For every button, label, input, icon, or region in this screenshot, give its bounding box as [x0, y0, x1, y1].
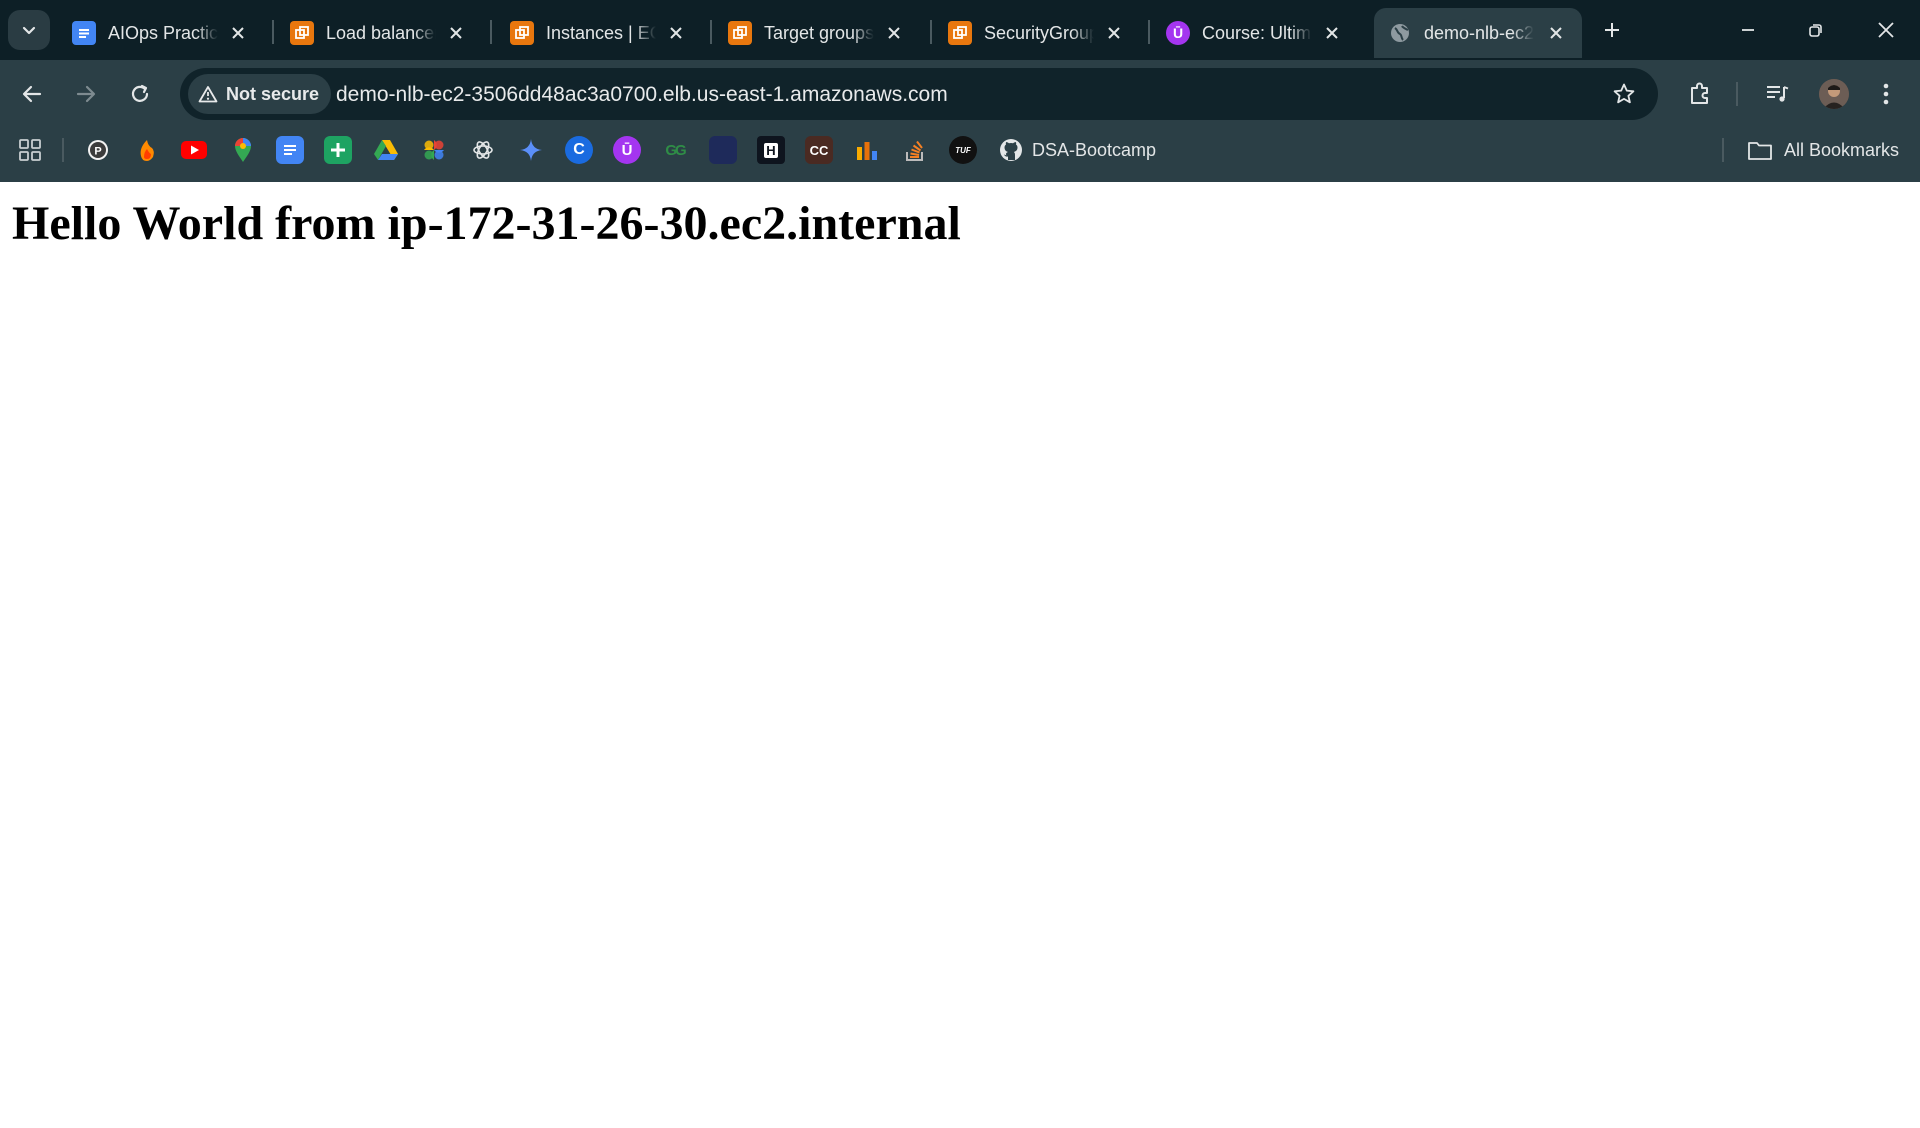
udemy-icon[interactable]: Ū	[613, 136, 641, 164]
reload-button[interactable]	[122, 76, 158, 112]
tab-separator	[490, 20, 492, 44]
svg-text:P: P	[94, 146, 101, 158]
tab-separator	[272, 20, 274, 44]
profile-avatar[interactable]	[1814, 74, 1854, 114]
aws-icon	[510, 21, 534, 45]
close-icon	[1877, 21, 1895, 39]
avatar	[1819, 79, 1849, 109]
docs-icon[interactable]	[276, 136, 304, 164]
tab-separator	[710, 20, 712, 44]
close-icon[interactable]	[444, 21, 468, 45]
hackerrank-icon[interactable]: H	[757, 136, 785, 164]
plus-icon	[1603, 21, 1621, 39]
restore-button[interactable]	[1788, 8, 1844, 52]
blank-bookmark-icon[interactable]	[709, 136, 737, 164]
playlist-icon	[1765, 83, 1791, 105]
tab-separator	[930, 20, 932, 44]
close-icon[interactable]	[1544, 21, 1568, 45]
tab-separator	[1148, 20, 1150, 44]
chatgpt-icon[interactable]	[469, 136, 497, 164]
bookmark-star-button[interactable]	[1604, 74, 1644, 114]
menu-button[interactable]	[1866, 74, 1906, 114]
analytics-icon[interactable]	[853, 136, 881, 164]
firebase-icon[interactable]	[133, 136, 161, 164]
close-icon[interactable]	[1102, 21, 1126, 45]
all-bookmarks-button[interactable]: All Bookmarks	[1784, 139, 1899, 161]
forward-button[interactable]	[68, 76, 104, 112]
globe-icon	[1388, 21, 1412, 45]
aws-icon	[728, 21, 752, 45]
close-icon[interactable]	[882, 21, 906, 45]
apps-icon[interactable]	[16, 136, 44, 164]
chevron-down-icon	[21, 22, 37, 38]
tab-title: Load balancers	[326, 23, 436, 43]
tab-title: Target groups	[764, 23, 874, 43]
udemy-icon: Ū	[1166, 21, 1190, 45]
tab-target-groups[interactable]: Target groups	[714, 8, 920, 58]
docs-icon	[72, 21, 96, 45]
browser-chrome: AIOps Practice Load balancers Instances …	[0, 0, 1920, 182]
tab-aiops-practice[interactable]: AIOps Practice	[58, 8, 264, 58]
tab-strip: AIOps Practice Load balancers Instances …	[0, 0, 1920, 60]
close-icon[interactable]	[1320, 21, 1344, 45]
photos-icon[interactable]	[420, 136, 448, 164]
github-icon[interactable]	[997, 136, 1025, 164]
tab-title: Instances | EC2	[546, 23, 656, 43]
security-chip[interactable]: Not secure	[188, 74, 332, 114]
tab-title: demo-nlb-ec2	[1424, 23, 1534, 43]
codechef-icon[interactable]: C	[565, 136, 593, 164]
tab-demo-nlb-ec2[interactable]: demo-nlb-ec2	[1374, 8, 1582, 58]
page-heading: Hello World from ip-172-31-26-30.ec2.int…	[12, 197, 961, 250]
geeksforgeeks-icon[interactable]: GG	[661, 136, 689, 164]
maps-icon[interactable]	[229, 136, 257, 164]
security-label: Not secure	[226, 83, 320, 104]
bookmark-dsa-bootcamp[interactable]: DSA-Bootcamp	[1032, 139, 1156, 161]
toolbar-separator	[1736, 82, 1738, 106]
tab-title: SecurityGroups	[984, 23, 1094, 43]
close-icon[interactable]	[664, 21, 688, 45]
folder-icon[interactable]	[1746, 136, 1774, 164]
bookmarks-separator	[1722, 138, 1724, 162]
drive-icon[interactable]	[372, 136, 400, 164]
codecademy-icon[interactable]: CC	[805, 136, 833, 164]
star-icon	[1612, 82, 1636, 106]
back-button[interactable]	[14, 76, 50, 112]
aws-icon	[948, 21, 972, 45]
close-window-button[interactable]	[1858, 8, 1914, 52]
tab-instances-ec2[interactable]: Instances | EC2	[496, 8, 702, 58]
aws-icon	[290, 21, 314, 45]
tab-title: Course: Ultimate	[1202, 23, 1312, 43]
media-control-button[interactable]	[1758, 74, 1798, 114]
tab-load-balancers[interactable]: Load balancers	[276, 8, 482, 58]
warning-icon	[198, 85, 218, 103]
arrow-left-icon	[21, 83, 43, 105]
pinterest-icon[interactable]: P	[84, 136, 112, 164]
stackoverflow-icon[interactable]	[901, 136, 929, 164]
extensions-button[interactable]	[1680, 74, 1720, 114]
tab-search-button[interactable]	[8, 10, 50, 50]
minimize-button[interactable]	[1720, 8, 1776, 52]
tab-security-groups[interactable]: SecurityGroups	[934, 8, 1140, 58]
restore-icon	[1808, 22, 1824, 38]
reload-icon	[129, 83, 151, 105]
minimize-icon	[1740, 22, 1756, 38]
takeuforward-icon[interactable]: TUF	[949, 136, 977, 164]
puzzle-icon	[1687, 81, 1713, 107]
new-tab-button[interactable]	[1596, 14, 1628, 46]
tab-udemy-course[interactable]: Ū Course: Ultimate	[1152, 8, 1358, 58]
sheets-icon[interactable]	[324, 136, 352, 164]
more-vert-icon	[1882, 82, 1890, 106]
arrow-right-icon	[75, 83, 97, 105]
url-text[interactable]: demo-nlb-ec2-3506dd48ac3a0700.elb.us-eas…	[336, 82, 948, 108]
youtube-icon[interactable]	[180, 136, 208, 164]
bookmarks-separator	[62, 138, 64, 162]
gemini-icon[interactable]	[517, 136, 545, 164]
tab-title: AIOps Practice	[108, 23, 218, 43]
close-icon[interactable]	[226, 21, 250, 45]
